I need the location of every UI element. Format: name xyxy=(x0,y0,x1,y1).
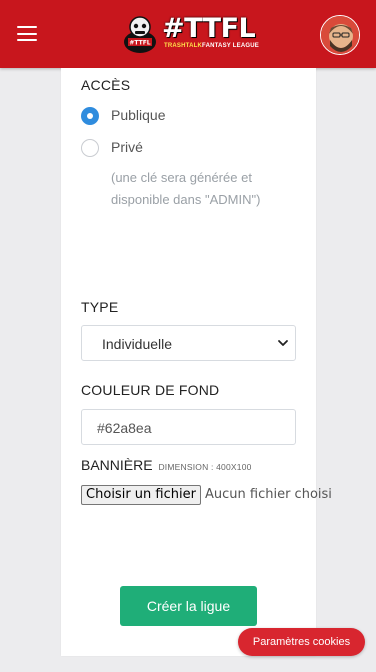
type-select-value: Individuelle xyxy=(102,336,173,352)
logo-wordmark: #TTFL xyxy=(162,13,256,44)
user-avatar[interactable] xyxy=(320,15,360,55)
type-select[interactable]: Individuelle xyxy=(81,325,296,361)
create-league-button[interactable]: Créer la ligue xyxy=(120,586,257,626)
top-navbar: #TTFL #TTFL TRASHTALKFANTASY LEAGUE xyxy=(0,0,376,68)
cookie-settings-button[interactable]: Paramètres cookies xyxy=(238,628,365,656)
access-hint: (une clé sera générée et disponible dans… xyxy=(111,170,261,207)
banner-dimension-hint: DIMENSION : 400X100 xyxy=(158,462,252,472)
radio-publique[interactable]: Publique xyxy=(81,107,201,127)
hamburger-menu-icon[interactable] xyxy=(17,26,37,41)
svg-text:#TTFL: #TTFL xyxy=(129,40,150,47)
avatar-icon xyxy=(321,16,359,54)
mascot-logo-icon: #TTFL xyxy=(124,16,156,53)
radio-label-prive: Privé xyxy=(111,139,143,155)
background-color-value: #62a8ea xyxy=(97,420,152,436)
type-label: TYPE xyxy=(81,299,119,315)
radio-unchecked-icon[interactable] xyxy=(81,139,99,157)
background-color-label: COULEUR DE FOND xyxy=(81,382,220,398)
logo-tagline: TRASHTALKFANTASY LEAGUE xyxy=(164,43,259,49)
access-label: ACCÈS xyxy=(81,77,131,93)
radio-label-publique: Publique xyxy=(111,107,166,123)
background-color-input[interactable]: #62a8ea xyxy=(81,409,296,445)
radio-prive[interactable]: Privé xyxy=(81,139,201,159)
choose-file-button[interactable]: Choisir un fichier xyxy=(81,485,201,505)
chevron-down-icon xyxy=(278,340,288,346)
banner-label: BANNIÈRE DIMENSION : 400X100 xyxy=(81,457,252,473)
ttfl-logo[interactable]: #TTFL #TTFL TRASHTALKFANTASY LEAGUE xyxy=(122,12,259,56)
no-file-chosen-text: Aucun fichier choisi xyxy=(205,487,332,502)
radio-checked-icon[interactable] xyxy=(81,107,99,125)
